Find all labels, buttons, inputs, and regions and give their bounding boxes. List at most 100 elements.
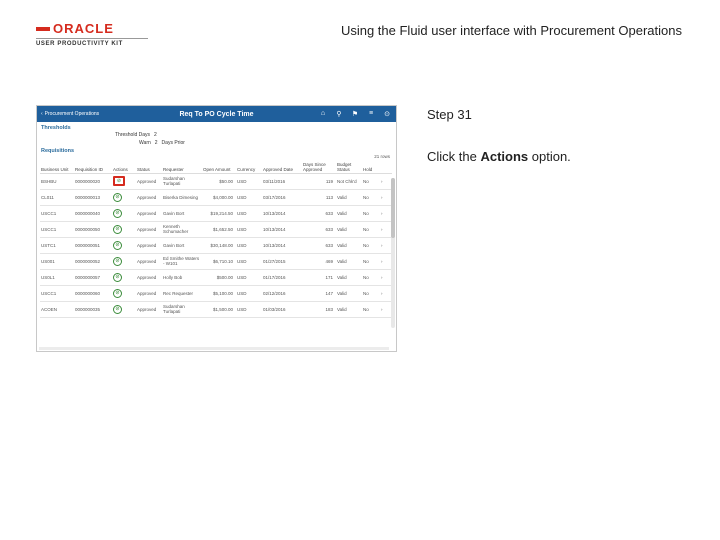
actions-icon[interactable]: ⊘ [113,192,122,202]
business-unit-cell: USCC1 [40,205,74,222]
chevron-right-icon[interactable]: › [381,259,383,264]
home-icon[interactable]: ⌂ [318,110,328,118]
status-cell: Approved [136,221,162,238]
actions-icon[interactable]: ⊘ [113,288,122,298]
menu-icon[interactable]: ≡ [366,110,376,118]
approved-date-cell: 01/03/2016 [262,301,302,318]
actions-icon-highlighted[interactable]: ⊘ [113,176,125,186]
hold-cell: No [362,301,380,318]
actions-icon[interactable]: ⊘ [113,240,122,250]
hold-cell: No [362,285,380,302]
status-cell: Approved [136,205,162,222]
approved-date-cell: 01/17/2016 [262,269,302,286]
requester-cell: Holly Bob [162,269,202,286]
chevron-right-icon[interactable]: › [381,195,383,200]
open-amount-cell: $4,000.00 [202,189,236,206]
days-since-approved-cell: 469 [302,253,336,270]
requester-cell: Rec Requester [162,285,202,302]
vertical-scrollbar[interactable] [391,178,395,328]
oracle-logo-text: ORACLE [36,22,156,35]
col-actions[interactable]: Actions [112,159,136,174]
col-business-unit[interactable]: Business Unit [40,159,74,174]
actions-cell[interactable]: ⊘ [112,221,136,238]
table-row[interactable]: CL011 0000000013 ⊘ Approved Biserka Dimesing… [40,189,392,206]
col-budget-status[interactable]: Budget Status [336,159,362,174]
table-row[interactable]: US001 0000000052 ⊘ Approved Ed Smithe Waters… [40,253,392,270]
back-label: Procurement Operations [44,111,100,117]
days-since-approved-cell: 171 [302,269,336,286]
warn-days: Warn 2 Days Prior [139,140,185,146]
table-row[interactable]: ACOEN 0000000035 ⊘ Approved Sudarshan Turlap… [40,301,392,318]
currency-cell: USD [236,269,262,286]
chevron-right-icon[interactable]: › [381,275,383,280]
col-requisition-id[interactable]: Requisition ID [74,159,112,174]
actions-icon[interactable]: ⊘ [113,256,122,266]
col-currency[interactable]: Currency [236,159,262,174]
col-requester[interactable]: Requester [162,159,202,174]
col-open-amount[interactable]: Open Amount [202,159,236,174]
approved-date-cell: 01/27/2015 [262,253,302,270]
days-since-approved-cell: 633 [302,205,336,222]
requisitions-heading: Requisitions [41,148,75,154]
chevron-right-icon[interactable]: › [381,243,383,248]
budget-status-cell: Valid [336,221,362,238]
back-button[interactable]: ‹ Procurement Operations [41,111,99,117]
requester-cell: Sudarshan Turlapati [162,301,202,318]
table-row[interactable]: USTC1 0000000051 ⊘ Approved Gavin Bort $30,14… [40,237,392,254]
col-approved-date[interactable]: Approved Date [262,159,302,174]
application-screenshot: ‹ Procurement Operations Req To PO Cycle… [36,105,397,352]
currency-cell: USD [236,221,262,238]
navbar-icon[interactable]: ⊙ [382,110,392,118]
col-detail [380,159,392,174]
open-amount-cell: $1,652.50 [202,221,236,238]
currency-cell: USD [236,173,262,190]
actions-cell[interactable]: ⊘ [112,253,136,270]
requester-cell: Biserka Dimesing [162,189,202,206]
col-hold[interactable]: Hold [362,159,380,174]
open-amount-cell: $500.00 [202,269,236,286]
actions-icon[interactable]: ⊘ [113,224,122,234]
table-row[interactable]: USCC1 0000000050 ⊘ Approved Kenneth Schumach… [40,221,392,238]
actions-cell[interactable]: ⊘ [112,285,136,302]
status-cell: Approved [136,189,162,206]
search-icon[interactable]: ⚲ [334,110,344,118]
approved-date-cell: 10/13/2014 [262,221,302,238]
actions-cell[interactable]: ⊘ [112,269,136,286]
budget-status-cell: Valid [336,285,362,302]
days-since-approved-cell: 113 [302,189,336,206]
status-cell: Approved [136,253,162,270]
chevron-right-icon[interactable]: › [381,291,383,296]
table-row[interactable]: USCC1 0000000040 ⊘ Approved Gavin Bort $19,21… [40,205,392,222]
actions-icon[interactable]: ⊘ [113,272,122,282]
actions-cell[interactable]: ⊘ [112,301,136,318]
budget-status-cell: Valid [336,189,362,206]
actions-icon[interactable]: ⊘ [113,304,122,314]
col-days-since-approved[interactable]: Days Since Approved [302,159,336,174]
budget-status-cell: Not Chk'd [336,173,362,190]
col-status[interactable]: Status [136,159,162,174]
instruction-target: Actions [480,149,529,164]
open-amount-cell: $6,710.10 [202,253,236,270]
actions-cell[interactable]: ⊘ [112,205,136,222]
status-cell: Approved [136,173,162,190]
status-cell: Approved [136,269,162,286]
open-amount-cell: $5,100.00 [202,285,236,302]
approved-date-cell: 10/13/2014 [262,205,302,222]
table-row[interactable]: USCC1 0000000060 ⊘ Approved Rec Requester $5,… [40,285,392,302]
chevron-right-icon[interactable]: › [381,227,383,232]
days-since-approved-cell: 119 [302,173,336,190]
table-row[interactable]: BSHBU 0000000020 ⊘ Approved Sudarshan Turlap… [40,173,392,190]
open-amount-cell: $50.00 [202,173,236,190]
actions-icon[interactable]: ⊘ [113,208,122,218]
actions-cell[interactable]: ⊘ [112,189,136,206]
hold-cell: No [362,253,380,270]
requester-cell: Sudarshan Turlapati [162,173,202,190]
horizontal-scrollbar[interactable] [39,347,389,350]
table-row[interactable]: US0L1 0000000057 ⊘ Approved Holly Bob $500.00… [40,269,392,286]
actions-cell[interactable]: ⊘ [112,173,136,190]
flag-icon[interactable]: ⚑ [350,110,360,118]
chevron-right-icon[interactable]: › [381,179,383,184]
actions-cell[interactable]: ⊘ [112,237,136,254]
chevron-right-icon[interactable]: › [381,211,383,216]
chevron-right-icon[interactable]: › [381,307,383,312]
